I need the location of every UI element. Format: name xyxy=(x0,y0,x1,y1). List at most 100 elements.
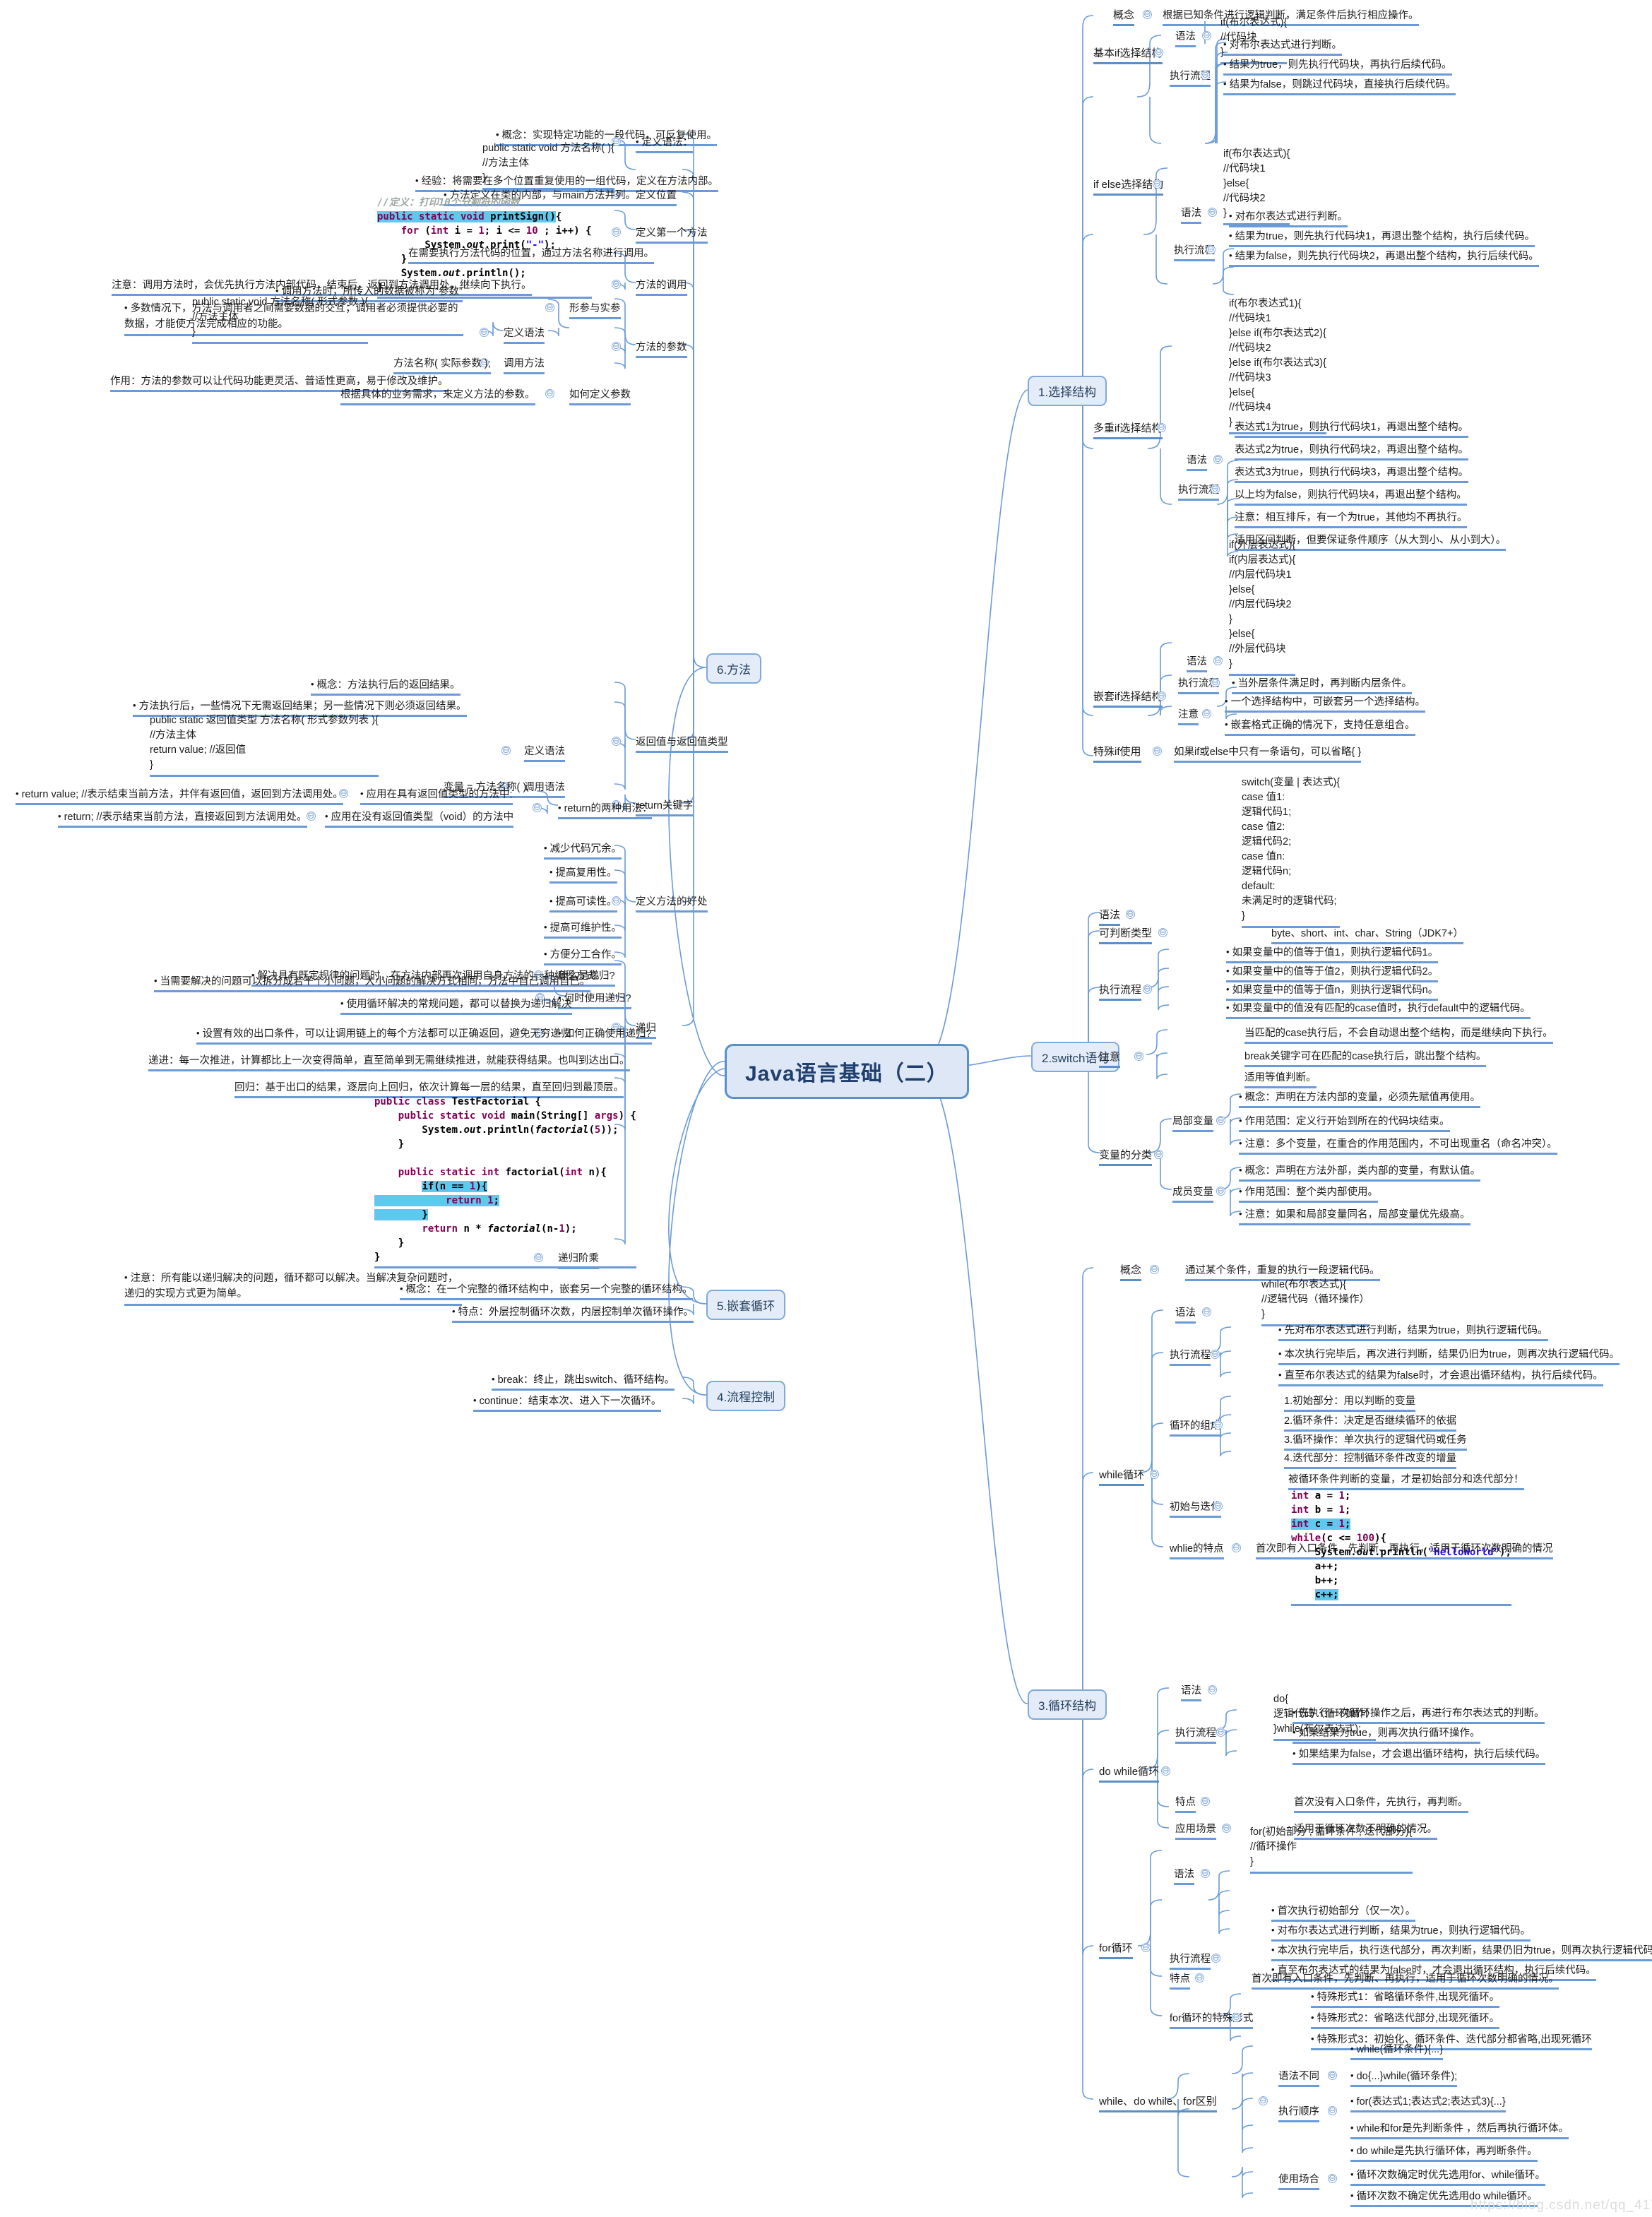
collapse-icon[interactable] xyxy=(1150,1470,1159,1479)
method-return-syntax-label[interactable]: 定义语法 xyxy=(524,743,565,762)
collapse-icon[interactable] xyxy=(612,342,621,351)
dowhile-loop-label[interactable]: do while循环 xyxy=(1099,1764,1160,1783)
method-def-syntax-label[interactable]: 定义语法： xyxy=(636,134,694,153)
variables-label[interactable]: 变量的分类 xyxy=(1099,1147,1153,1166)
for-loop-label[interactable]: for循环 xyxy=(1099,1940,1133,1959)
collapse-icon[interactable] xyxy=(1208,1685,1217,1694)
collapse-icon[interactable] xyxy=(1206,245,1216,254)
collapse-icon[interactable] xyxy=(612,737,621,746)
while-loop-label[interactable]: while循环 xyxy=(1099,1467,1145,1486)
collapse-icon[interactable] xyxy=(501,746,511,755)
loop-concept-label[interactable]: 概念 xyxy=(1120,1262,1142,1281)
while-feature-label[interactable]: whlie的特点 xyxy=(1170,1540,1224,1559)
local-variable-label[interactable]: 局部变量 xyxy=(1172,1113,1213,1132)
method-param-howto-label[interactable]: 如何定义参数 xyxy=(569,386,631,405)
loop-diff-syntax-label[interactable]: 语法不同 xyxy=(1278,2068,1319,2087)
collapse-icon[interactable] xyxy=(1202,31,1211,40)
collapse-icon[interactable] xyxy=(1211,1954,1220,1963)
nested-if-label[interactable]: 嵌套if选择结构 xyxy=(1093,689,1163,708)
for-feature-label[interactable]: 特点 xyxy=(1170,1971,1190,1990)
loop-diff-label[interactable]: while、do while、for区别 xyxy=(1099,2093,1217,2112)
nested-if-note-label[interactable]: 注意 xyxy=(1178,706,1199,725)
method-return-call-label[interactable]: 调用语法 xyxy=(524,779,565,798)
collapse-icon[interactable] xyxy=(307,812,316,821)
collapse-icon[interactable] xyxy=(1216,1728,1225,1737)
branch-method[interactable]: 6.方法 xyxy=(706,653,762,684)
collapse-icon[interactable] xyxy=(1143,985,1152,994)
branch-selection[interactable]: 1.选择结构 xyxy=(1028,376,1107,406)
collapse-icon[interactable] xyxy=(545,303,554,312)
nested-if-syntax-label[interactable]: 语法 xyxy=(1187,653,1207,672)
method-formal-actual-label[interactable]: 形参与实参 xyxy=(569,300,621,319)
switch-types-label[interactable]: 可判断类型 xyxy=(1099,925,1153,944)
return-usage-a-label[interactable]: 应用在具有返回值类型的方法中: xyxy=(360,786,513,805)
switch-flow-label[interactable]: 执行流程 xyxy=(1099,982,1142,1001)
branch-flow-control[interactable]: 4.流程控制 xyxy=(706,1381,786,1411)
collapse-icon[interactable] xyxy=(1195,1973,1204,1983)
collapse-icon[interactable] xyxy=(1134,1052,1143,1061)
collapse-icon[interactable] xyxy=(1232,1543,1241,1552)
collapse-icon[interactable] xyxy=(1126,910,1135,919)
loop-diff-order-label[interactable]: 执行顺序 xyxy=(1278,2103,1319,2122)
collapse-icon[interactable] xyxy=(1328,2106,1337,2115)
collapse-icon[interactable] xyxy=(1201,1869,1210,1878)
collapse-icon[interactable] xyxy=(1154,1150,1163,1159)
collapse-icon[interactable] xyxy=(1154,48,1163,57)
collapse-icon[interactable] xyxy=(1213,1420,1223,1430)
basic-if-label[interactable]: 基本if选择结构 xyxy=(1093,45,1163,64)
multi-if-label[interactable]: 多重if选择结构 xyxy=(1093,420,1163,439)
collapse-icon[interactable] xyxy=(1232,2013,1241,2022)
while-flow-label[interactable]: 执行流程 xyxy=(1170,1347,1211,1366)
collapse-icon[interactable] xyxy=(1202,1307,1211,1316)
collapse-icon[interactable] xyxy=(1158,928,1167,937)
collapse-icon[interactable] xyxy=(1153,179,1162,189)
while-compose-label[interactable]: 循环的组成 xyxy=(1170,1417,1221,1437)
method-def-pos-label[interactable]: 定义位置 xyxy=(636,187,677,206)
method-param-call-label[interactable]: 调用方法 xyxy=(504,355,545,374)
collapse-icon[interactable] xyxy=(1211,678,1220,687)
while-syntax-label[interactable]: 语法 xyxy=(1175,1304,1196,1324)
method-param-label[interactable]: 方法的参数 xyxy=(636,339,687,358)
method-benefit-label[interactable]: 定义方法的好处 xyxy=(636,893,708,913)
for-flow-label[interactable]: 执行流程 xyxy=(1170,1951,1211,1970)
if-else-syntax-label[interactable]: 语法 xyxy=(1181,205,1201,224)
switch-note-label[interactable]: 注意 xyxy=(1099,1049,1121,1068)
dowhile-feature-label[interactable]: 特点 xyxy=(1175,1794,1196,1813)
branch-nested-loop[interactable]: 5.嵌套循环 xyxy=(706,1290,786,1320)
for-syntax-label[interactable]: 语法 xyxy=(1174,1866,1194,1885)
collapse-icon[interactable] xyxy=(612,227,621,237)
collapse-icon[interactable] xyxy=(1150,1265,1159,1274)
dowhile-syntax-label[interactable]: 语法 xyxy=(1181,1682,1201,1701)
collapse-icon[interactable] xyxy=(1202,709,1211,718)
branch-loop[interactable]: 3.循环结构 xyxy=(1028,1689,1107,1720)
collapse-icon[interactable] xyxy=(1216,1116,1225,1125)
dowhile-flow-label[interactable]: 执行流程 xyxy=(1175,1725,1216,1744)
collapse-icon[interactable] xyxy=(1222,1824,1231,1833)
collapse-icon[interactable] xyxy=(1201,71,1210,80)
collapse-icon[interactable] xyxy=(533,803,542,812)
collapse-icon[interactable] xyxy=(1328,2174,1337,2183)
collapse-icon[interactable] xyxy=(480,328,489,337)
collapse-icon[interactable] xyxy=(1213,455,1223,464)
collapse-icon[interactable] xyxy=(1153,747,1162,756)
collapse-icon[interactable] xyxy=(1213,656,1223,665)
collapse-icon[interactable] xyxy=(612,280,621,289)
return-usage-b-label[interactable]: 应用在没有返回值类型（void）的方法中 xyxy=(325,809,514,828)
return-keyword-usage-label[interactable]: return的两种用法： xyxy=(558,800,653,819)
for-special-label[interactable]: for循环的特殊形式 xyxy=(1170,2010,1254,2029)
collapse-icon[interactable] xyxy=(1211,1350,1220,1359)
loop-diff-usage-label[interactable]: 使用场合 xyxy=(1278,2171,1319,2190)
root-node[interactable]: Java语言基础（二） xyxy=(725,1044,969,1099)
method-call-label[interactable]: 方法的调用 xyxy=(636,277,687,296)
collapse-icon[interactable] xyxy=(1213,1502,1223,1511)
method-first-label[interactable]: 定义第一个方法 xyxy=(636,225,708,244)
collapse-icon[interactable] xyxy=(1141,1943,1151,1952)
collapse-icon[interactable] xyxy=(1157,423,1166,432)
basic-if-syntax-label[interactable]: 语法 xyxy=(1175,28,1196,47)
collapse-icon[interactable] xyxy=(1328,2071,1337,2080)
collapse-icon[interactable] xyxy=(1208,208,1217,217)
dowhile-usage-label[interactable]: 应用场景 xyxy=(1175,1821,1216,1840)
collapse-icon[interactable] xyxy=(1216,1187,1225,1196)
collapse-icon[interactable] xyxy=(1211,485,1220,494)
multi-if-syntax-label[interactable]: 语法 xyxy=(1187,452,1207,471)
